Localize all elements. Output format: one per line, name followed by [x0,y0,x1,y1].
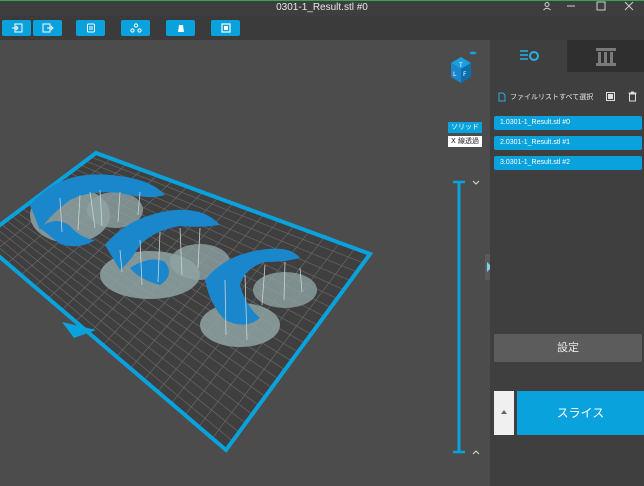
support-icon [129,23,142,33]
export-button[interactable] [33,20,62,36]
file-button[interactable] [76,20,105,36]
file-list-item[interactable]: 1.0301-1_Result.stl #0 [494,116,642,130]
slice-options-button[interactable] [494,391,514,435]
file-list-item[interactable]: 3.0301-1_Result.stl #2 [494,156,642,170]
pillar-icon [596,48,616,66]
build-plate-scene: T L F [0,51,480,455]
hollow-button[interactable] [166,20,195,36]
trash-icon[interactable] [628,91,637,104]
close-icon[interactable] [618,1,640,16]
import-icon [11,23,22,33]
chevron-up-icon [501,410,507,414]
view-cube: T L F [451,51,477,83]
cube-front-label: F [463,71,467,78]
slider-down-chevron-icon [472,180,480,185]
cube-top-label: T [458,62,463,69]
export-icon [42,23,54,33]
panel-tabs [490,40,644,72]
slice-button[interactable]: スライス [517,391,644,435]
title-bar: 0301-1_Result.stl #0 [0,0,644,16]
file-icon [86,23,95,33]
layout-icon [220,23,231,33]
select-all-label: ファイルリストすべて選択 [510,93,594,101]
account-icon[interactable] [536,1,558,16]
solid-mode-toggle[interactable]: ソリッド [448,122,482,133]
import-button[interactable] [2,20,31,36]
support-button[interactable] [121,20,150,36]
select-all-checkbox[interactable] [606,92,615,101]
list-gear-icon [520,50,539,61]
3d-viewport[interactable]: T L F ソリッド X 線透過 [0,40,490,486]
hollow-icon [177,25,184,32]
file-list-item[interactable]: 2.0301-1_Result.stl #1 [494,136,642,150]
file-list-icon [498,92,506,104]
maximize-icon[interactable] [590,1,612,16]
xray-mode-toggle[interactable]: X 線透過 [448,136,483,147]
tab-model-settings[interactable] [490,40,567,72]
tab-support[interactable] [567,40,644,72]
minimize-icon[interactable] [560,1,582,16]
slider-up-chevron-icon [472,450,480,455]
layout-button[interactable] [211,20,240,36]
file-list-toolbar: ファイルリストすべて選択 [496,90,642,106]
toolbar [0,16,644,40]
side-panel: ファイルリストすべて選択 1.0301-1_Result.stl #0 2.03… [490,40,644,486]
settings-button[interactable]: 設定 [494,334,642,362]
